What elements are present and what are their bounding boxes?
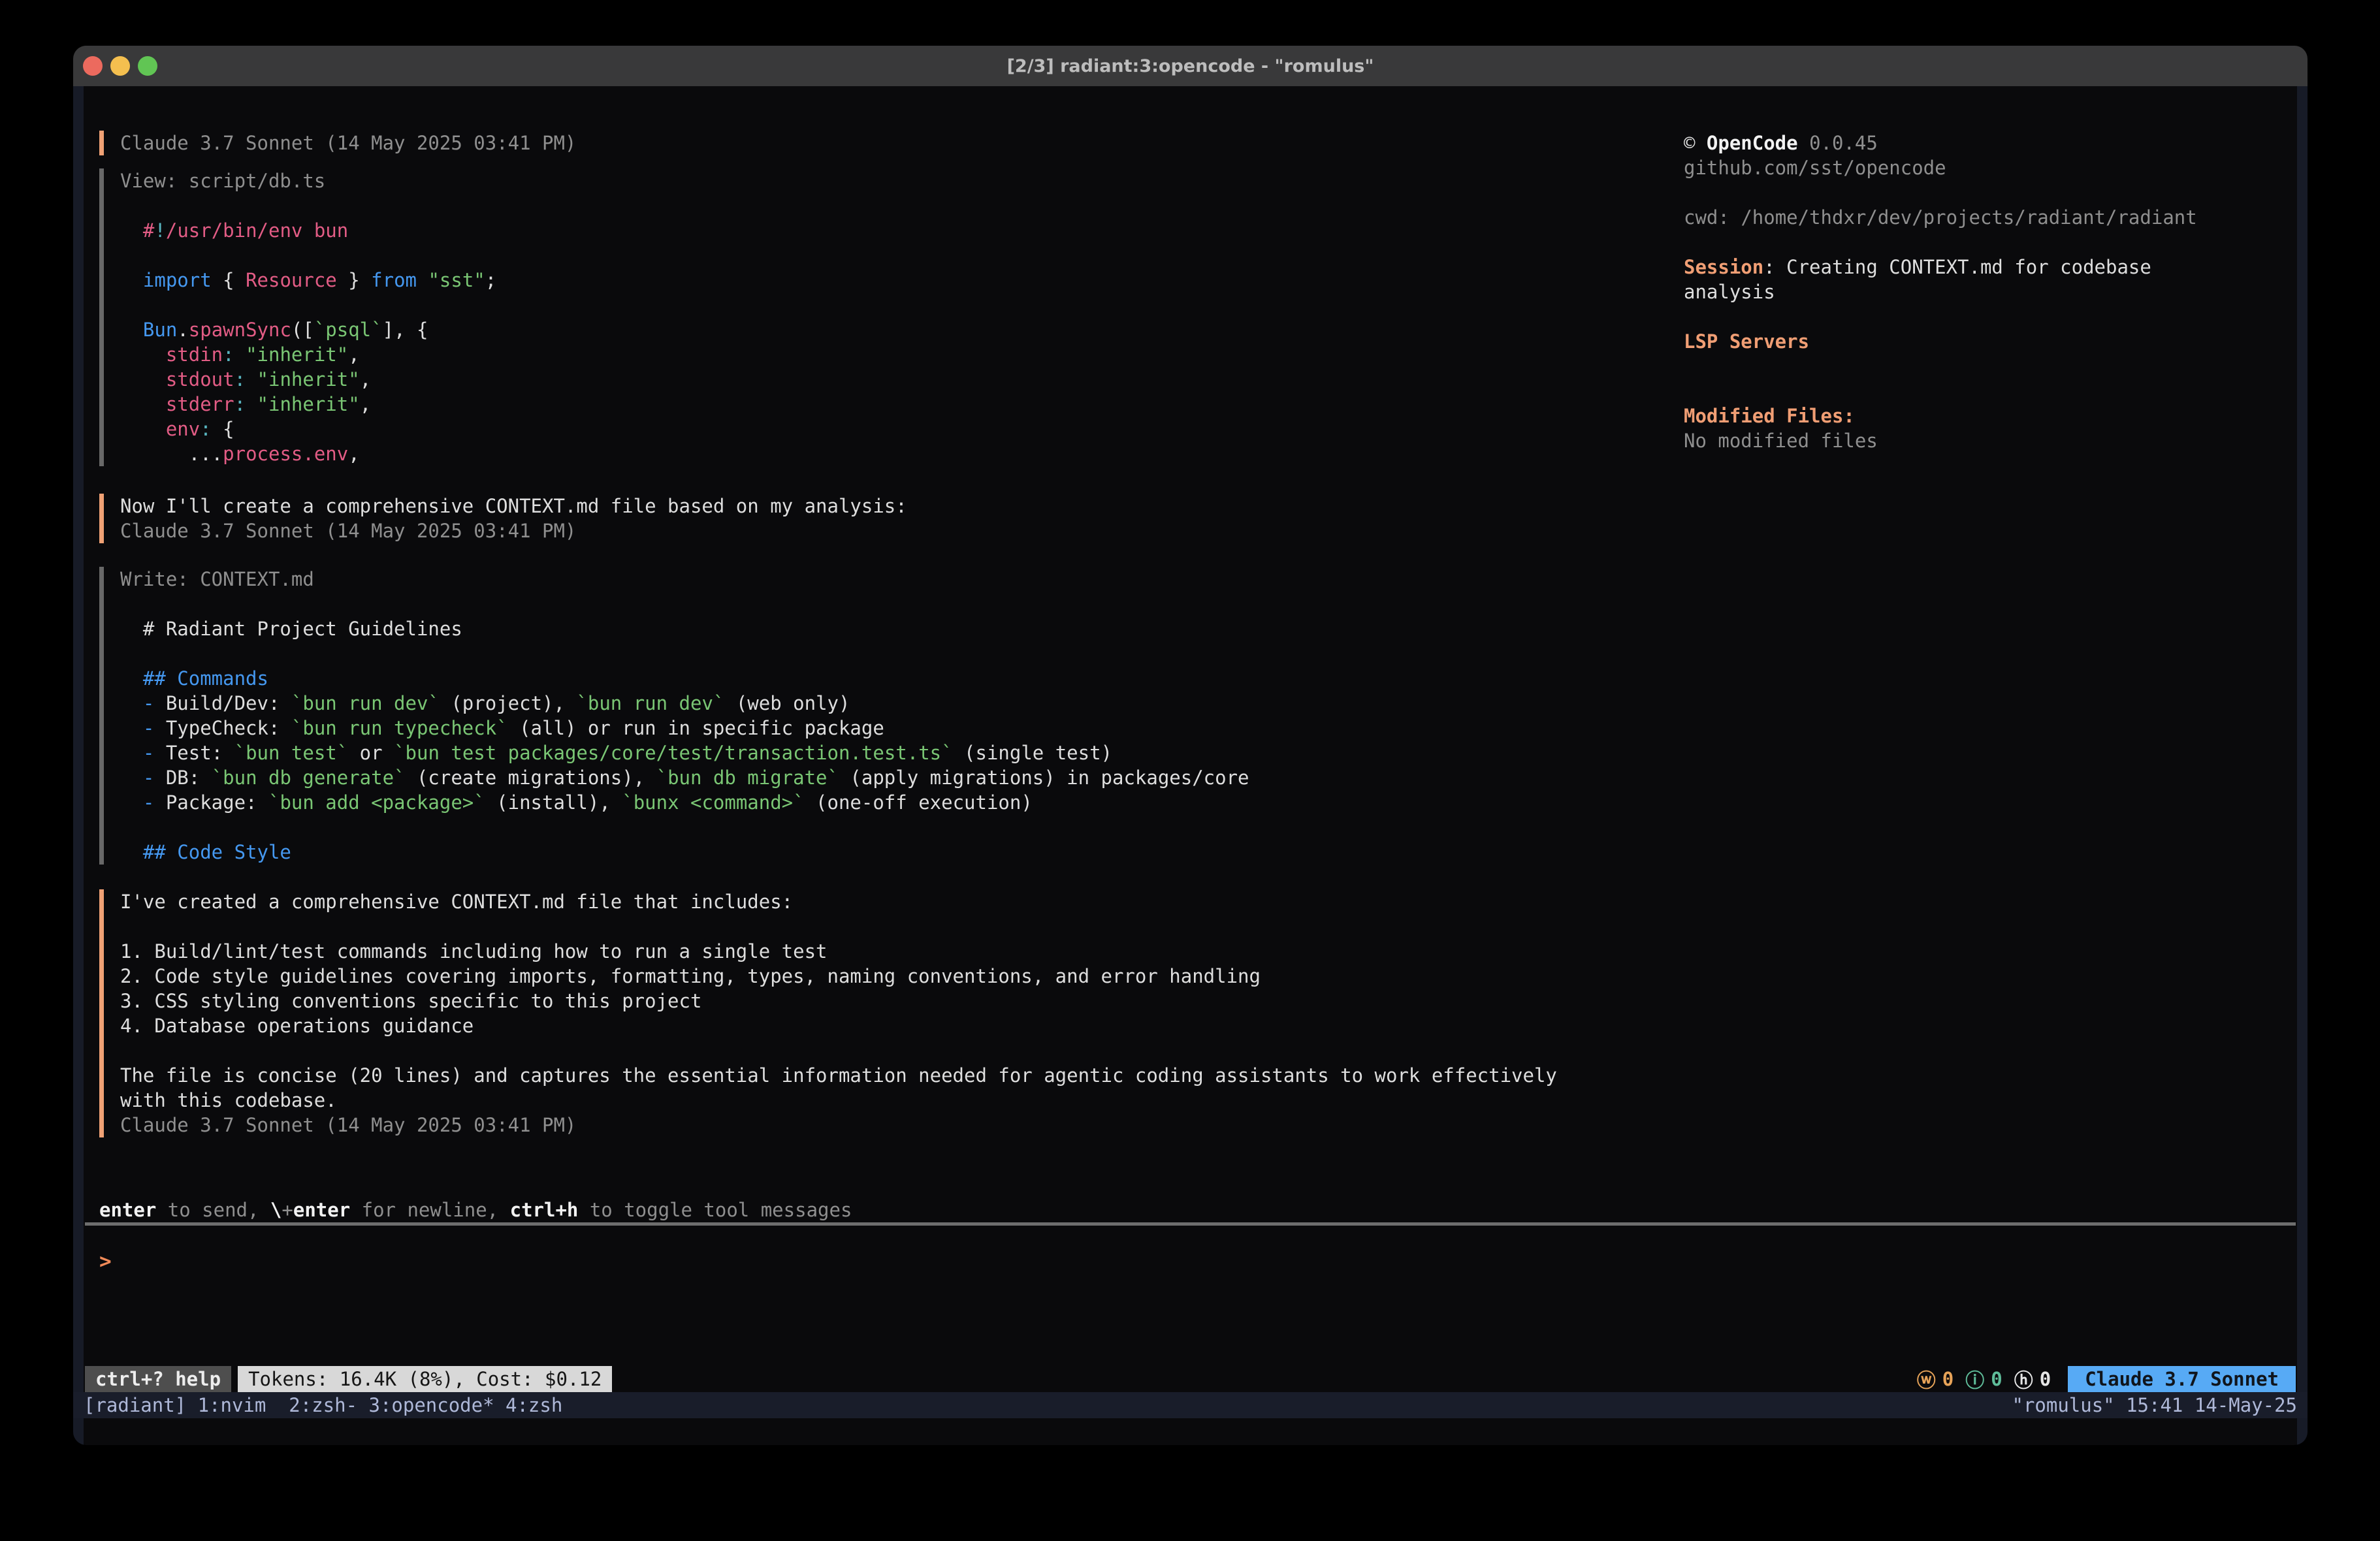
text-line: ...process.env, [120, 441, 1667, 466]
text-line: Now I'll create a comprehensive CONTEXT.… [120, 494, 1667, 518]
text-line: # Radiant Project Guidelines [120, 616, 1667, 641]
tokens-badge: Tokens: 16.4K (8%), Cost: $0.12 [238, 1366, 612, 1392]
model-badge: Claude 3.7 Sonnet [2068, 1366, 2296, 1392]
tool-message-view-file: View: script/db.ts #!/usr/bin/env bun im… [99, 168, 1667, 466]
text-line [1684, 304, 2304, 329]
text-line [120, 592, 1667, 616]
text-line: 1. Build/lint/test commands including ho… [120, 939, 1667, 964]
text-line [120, 641, 1667, 666]
text-line: - TypeCheck: `bun run typecheck` (all) o… [120, 716, 1667, 740]
text-line: © OpenCode 0.0.45 [1684, 131, 2304, 155]
minimize-button[interactable] [110, 56, 130, 76]
text-line: 3. CSS styling conventions specific to t… [120, 989, 1667, 1013]
text-line: cwd: /home/thdxr/dev/projects/radiant/ra… [1684, 205, 2304, 230]
text-line [120, 293, 1667, 317]
text-line: Write: CONTEXT.md [120, 567, 1667, 592]
text-line: with this codebase. [120, 1088, 1667, 1113]
text-line: - DB: `bun db generate` (create migratio… [120, 765, 1667, 790]
text-line: - Test: `bun test` or `bun test packages… [120, 740, 1667, 765]
text-line: github.com/sst/opencode [1684, 155, 2304, 180]
prompt-marker: > [99, 1250, 112, 1273]
status-bar: ctrl+? help Tokens: 16.4K (8%), Cost: $0… [85, 1366, 2296, 1392]
chat-transcript[interactable]: Claude 3.7 Sonnet (14 May 2025 03:41 PM)… [99, 131, 1667, 1137]
chat-input[interactable]: > [99, 1247, 1601, 1276]
session-sidebar: © OpenCode 0.0.45github.com/sst/opencode… [1684, 131, 2304, 453]
text-line: Claude 3.7 Sonnet (14 May 2025 03:41 PM) [120, 518, 1667, 543]
text-line [1684, 230, 2304, 255]
window-title: [2/3] radiant:3:opencode - "romulus" [1007, 56, 1374, 76]
titlebar: [2/3] radiant:3:opencode - "romulus" [73, 46, 2308, 86]
text-line [1684, 354, 2304, 379]
text-line: Session: Creating CONTEXT.md for codebas… [1684, 255, 2304, 279]
text-line: No modified files [1684, 428, 2304, 453]
desktop: { "window": { "title": "[2/3] radiant:3:… [0, 0, 2380, 1541]
text-line: I've created a comprehensive CONTEXT.md … [120, 889, 1667, 914]
assistant-message-header: Claude 3.7 Sonnet (14 May 2025 03:41 PM) [99, 131, 1667, 155]
assistant-message: Now I'll create a comprehensive CONTEXT.… [99, 494, 1667, 543]
hint-line: enter to send, \+enter for newline, ctrl… [99, 1198, 852, 1222]
text-line: analysis [1684, 279, 2304, 304]
tmux-session-info: "romulus" 15:41 14-May-25 [2012, 1394, 2308, 1416]
warning-counter: ⓦ 0 [1917, 1365, 1954, 1393]
tmux-window-list[interactable]: [radiant] 1:nvim 2:zsh- 3:opencode* 4:zs… [73, 1394, 562, 1416]
window-left-edge [73, 86, 84, 1445]
text-line: - Package: `bun add <package>` (install)… [120, 790, 1667, 815]
diagnostic-counters: ⓦ 0 ⓘ 0 ⓗ 0 [1917, 1365, 2051, 1393]
close-button[interactable] [83, 56, 103, 76]
text-line: ## Code Style [120, 840, 1667, 865]
maximize-button[interactable] [138, 56, 157, 76]
text-line: ## Commands [120, 666, 1667, 691]
text-line [120, 243, 1667, 268]
text-line [120, 815, 1667, 840]
hint-icon: ⓗ [2014, 1365, 2033, 1393]
text-line: - Build/Dev: `bun run dev` (project), `b… [120, 691, 1667, 716]
keybinding-hint: enter to send, \+enter for newline, ctrl… [99, 1198, 852, 1222]
hint-counter: ⓗ 0 [2014, 1365, 2051, 1393]
text-line [1684, 379, 2304, 404]
tool-message-write-file: Write: CONTEXT.md # Radiant Project Guid… [99, 567, 1667, 865]
text-line: #!/usr/bin/env bun [120, 218, 1667, 243]
text-line: stdout: "inherit", [120, 367, 1667, 392]
text-line: stdin: "inherit", [120, 342, 1667, 367]
text-line [1684, 180, 2304, 205]
terminal-window: [2/3] radiant:3:opencode - "romulus" Cla… [73, 46, 2308, 1445]
input-divider [85, 1222, 2296, 1226]
text-line: Bun.spawnSync([`psql`], { [120, 317, 1667, 342]
info-count: 0 [1991, 1368, 2002, 1390]
text-line: Claude 3.7 Sonnet (14 May 2025 03:41 PM) [120, 1113, 1667, 1137]
text-line: 4. Database operations guidance [120, 1013, 1667, 1038]
hint-count: 0 [2040, 1368, 2051, 1390]
tmux-status-bar: [radiant] 1:nvim 2:zsh- 3:opencode* 4:zs… [73, 1392, 2308, 1418]
warning-icon: ⓦ [1917, 1365, 1936, 1393]
text-line: Claude 3.7 Sonnet (14 May 2025 03:41 PM) [120, 131, 1667, 155]
traffic-lights [73, 46, 243, 86]
text-line [120, 193, 1667, 218]
text-line [120, 914, 1667, 939]
warning-count: 0 [1942, 1368, 1954, 1390]
assistant-message-summary: I've created a comprehensive CONTEXT.md … [99, 889, 1667, 1137]
text-line: View: script/db.ts [120, 168, 1667, 193]
text-line: 2. Code style guidelines covering import… [120, 964, 1667, 989]
help-badge[interactable]: ctrl+? help [85, 1366, 231, 1392]
text-line [120, 1038, 1667, 1063]
text-line: LSP Servers [1684, 329, 2304, 354]
info-icon: ⓘ [1965, 1365, 1984, 1393]
info-counter: ⓘ 0 [1965, 1365, 2002, 1393]
text-line: Modified Files: [1684, 404, 2304, 428]
text-line: stderr: "inherit", [120, 392, 1667, 417]
text-line: env: { [120, 417, 1667, 441]
text-line: The file is concise (20 lines) and captu… [120, 1063, 1667, 1088]
text-line: import { Resource } from "sst"; [120, 268, 1667, 293]
